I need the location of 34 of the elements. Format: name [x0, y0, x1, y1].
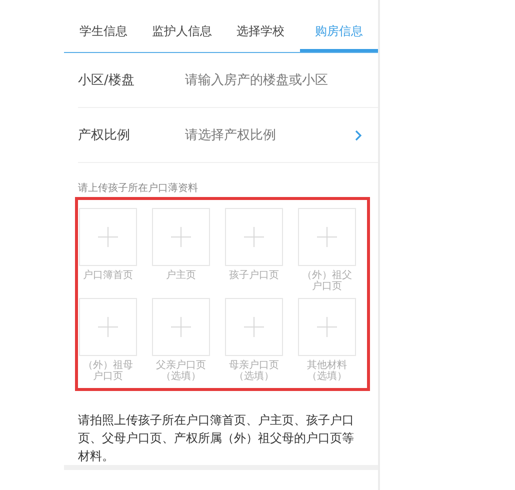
upload-label: （外）祖父户口页: [301, 270, 353, 294]
plus-icon: [171, 317, 191, 337]
plus-icon: [171, 227, 191, 247]
upload-label: 户口簿首页: [82, 270, 134, 283]
upload-tile[interactable]: [79, 208, 137, 266]
upload-label: （外）祖母户口页: [82, 360, 134, 384]
input-field[interactable]: 请输入房产的楼盘或小区: [185, 72, 378, 88]
upload-tile[interactable]: [152, 208, 210, 266]
plus-icon: [244, 227, 264, 247]
field-label: 产权比例: [78, 127, 131, 144]
tab[interactable]: 选择学校: [221, 10, 300, 52]
plus-icon: [244, 317, 264, 337]
upload-tile[interactable]: [79, 298, 137, 356]
select-field[interactable]: 请选择产权比例: [185, 128, 355, 142]
upload-tile[interactable]: [225, 298, 283, 356]
upload-tile[interactable]: [225, 208, 283, 266]
plus-icon: [317, 317, 337, 337]
upload-hint: 请上传孩子所在户口薄资料: [78, 182, 199, 195]
plus-icon: [98, 317, 118, 337]
tab[interactable]: 学生信息: [64, 10, 142, 52]
plus-icon: [317, 227, 337, 247]
tab[interactable]: 监护人信息: [142, 10, 221, 52]
upload-label: 户主页: [165, 270, 197, 283]
chevron-right-icon: [355, 130, 362, 140]
upload-tile[interactable]: [298, 208, 356, 266]
upload-label: 其他材料（选填）: [306, 360, 348, 384]
plus-icon: [98, 227, 118, 247]
upload-tile[interactable]: [298, 298, 356, 356]
upload-label: 父亲户口页（选填）: [155, 360, 207, 384]
upload-label: 母亲户口页（选填）: [228, 360, 280, 384]
field-label: 小区/楼盘: [78, 72, 136, 89]
upload-tile[interactable]: [152, 298, 210, 356]
upload-label: 孩子户口页: [228, 270, 280, 283]
instructions-text: 请拍照上传孩子所在户口簿首页、户主页、孩子户口页、父母户口页、产权所属（外）祖父母的户口页等材料。: [78, 412, 355, 465]
